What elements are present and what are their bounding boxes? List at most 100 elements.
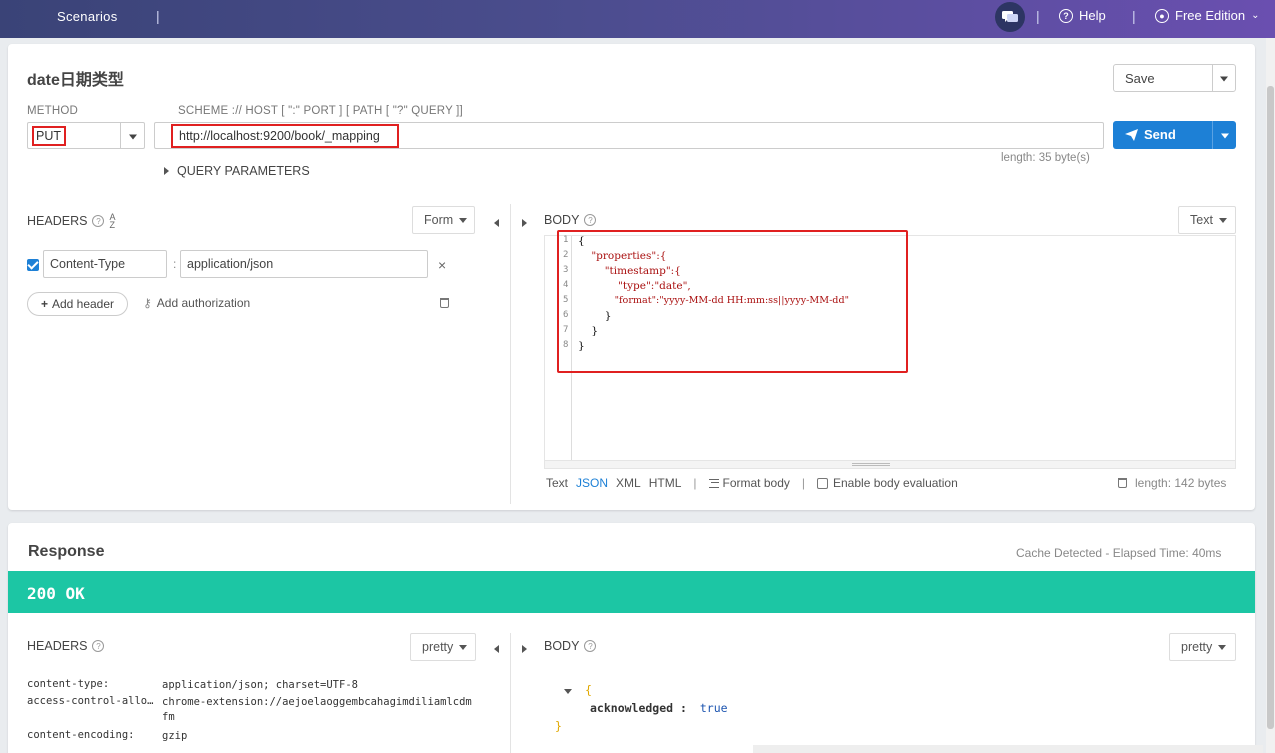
collapse-left-icon[interactable] xyxy=(494,215,499,230)
method-value[interactable]: PUT xyxy=(32,126,66,146)
url-length: length: 35 byte(s) xyxy=(1001,152,1090,164)
send-dropdown-toggle[interactable] xyxy=(1212,121,1236,149)
panel-divider xyxy=(510,204,511,504)
save-dropdown-toggle[interactable] xyxy=(1212,65,1235,91)
format-body-button[interactable]: Format body xyxy=(708,476,790,490)
caret-down-icon xyxy=(1220,76,1228,82)
json-open-brace: { xyxy=(584,683,592,697)
highlight-box: 1{ 2 "properties":{ 3 "timestamp":{ 4 "t… xyxy=(557,230,908,373)
help-icon[interactable]: ? xyxy=(92,215,105,227)
user-icon: ● xyxy=(1155,8,1169,23)
send-label: Send xyxy=(1144,127,1176,142)
body-editor[interactable]: 1{ 2 "properties":{ 3 "timestamp":{ 4 "t… xyxy=(544,230,1236,469)
url-input[interactable]: http://localhost:9200/book/_mapping xyxy=(154,122,1104,149)
editor-resize-handle[interactable] xyxy=(545,460,1235,468)
query-parameters-toggle[interactable]: QUERY PARAMETERS xyxy=(164,164,310,178)
enable-evaluation-label: Enable body evaluation xyxy=(833,476,958,490)
header-enabled-checkbox[interactable] xyxy=(27,259,39,271)
format-html-option[interactable]: HTML xyxy=(649,476,682,490)
plus-icon: + xyxy=(40,297,48,311)
send-button-content: Send xyxy=(1125,127,1176,142)
body-mode-value: Text xyxy=(1190,213,1213,227)
format-xml-option[interactable]: XML xyxy=(616,476,641,490)
key-icon: ⚷ xyxy=(143,296,152,310)
status-bar: 200 OK xyxy=(8,571,1255,613)
header-colon: : xyxy=(173,257,177,271)
response-header-key: content-type: xyxy=(27,678,110,690)
response-panel: Response Cache Detected - Elapsed Time: … xyxy=(8,523,1255,753)
body-length-info: length: 142 bytes xyxy=(1118,476,1226,490)
code-line: 1{ xyxy=(563,235,585,247)
collapse-right-icon[interactable] xyxy=(522,641,527,656)
json-entry: acknowledged : true xyxy=(590,701,728,715)
separator: | xyxy=(693,476,697,490)
response-headers-mode-select[interactable]: pretty xyxy=(410,633,476,661)
add-header-label: Add header xyxy=(51,297,115,311)
body-mode-select[interactable]: Text xyxy=(1178,206,1236,234)
nav-separator: | xyxy=(1132,8,1136,24)
add-authorization-link[interactable]: ⚷ Add authorization xyxy=(143,296,250,310)
help-icon[interactable]: ? xyxy=(92,640,105,652)
url-value[interactable]: http://localhost:9200/book/_mapping xyxy=(171,124,399,148)
status-text: 200 OK xyxy=(27,584,85,603)
response-headers-mode-value: pretty xyxy=(422,640,454,654)
headers-section-title: HEADERS ? AZ xyxy=(27,213,115,230)
code-line: 4 "type":"date", xyxy=(563,280,691,292)
format-body-label: Format body xyxy=(722,476,790,490)
code-line: 7 } xyxy=(563,325,599,337)
caret-down-icon xyxy=(459,644,468,650)
collapse-node-icon[interactable] xyxy=(564,689,572,694)
request-title[interactable]: date日期类型 xyxy=(27,66,124,90)
code-line: 8} xyxy=(563,340,585,352)
checkbox-icon xyxy=(817,477,828,489)
help-icon[interactable]: ? xyxy=(584,640,597,652)
body-label: BODY xyxy=(544,213,580,227)
help-link[interactable]: ? Help xyxy=(1059,8,1106,23)
code-line: 6 } xyxy=(563,310,612,322)
response-body-mode-select[interactable]: pretty xyxy=(1169,633,1236,661)
response-header-key: content-encoding: xyxy=(27,729,135,741)
send-button[interactable]: Send xyxy=(1113,121,1236,149)
response-headers-title: HEADERS ? xyxy=(27,639,105,653)
collapse-right-icon[interactable] xyxy=(522,215,527,230)
scrollbar-thumb[interactable] xyxy=(1267,86,1274,729)
response-body-label: BODY xyxy=(544,639,580,653)
format-icon xyxy=(708,478,719,488)
collapse-left-icon[interactable] xyxy=(494,641,499,656)
edition-menu[interactable]: ● Free Edition ⌄ xyxy=(1155,8,1259,23)
enable-evaluation-checkbox[interactable]: Enable body evaluation xyxy=(817,476,958,490)
add-header-button[interactable]: + Add header xyxy=(27,292,128,316)
code-line: 2 "properties":{ xyxy=(563,250,667,262)
remove-header-icon[interactable]: × xyxy=(438,257,446,273)
body-length: length: 142 bytes xyxy=(1135,476,1227,490)
chat-button[interactable] xyxy=(995,2,1025,32)
code-line: 3 "timestamp":{ xyxy=(563,265,681,277)
response-header-value: application/json; charset=UTF-8 xyxy=(162,679,358,691)
caret-down-icon xyxy=(128,134,137,139)
headers-mode-value: Form xyxy=(424,213,454,227)
response-title: Response xyxy=(28,543,105,560)
page-scrollbar[interactable] xyxy=(1266,38,1275,753)
caret-down-icon xyxy=(1220,133,1229,139)
nav-separator: | xyxy=(1036,8,1040,24)
scheme-label: SCHEME :// HOST [ ":" PORT ] [ PATH [ "?… xyxy=(178,105,463,117)
header-value-input[interactable]: application/json xyxy=(180,250,428,278)
trash-icon[interactable] xyxy=(440,298,449,308)
request-panel: date日期类型 Save METHOD SCHEME :// HOST [ "… xyxy=(8,44,1255,510)
save-button[interactable]: Save xyxy=(1113,64,1236,92)
headers-mode-select[interactable]: Form xyxy=(412,206,475,234)
header-name-input[interactable]: Content-Type xyxy=(43,250,167,278)
format-text-option[interactable]: Text xyxy=(546,476,568,490)
help-icon[interactable]: ? xyxy=(584,214,597,226)
json-close-brace: } xyxy=(555,719,562,733)
method-select[interactable]: PUT xyxy=(27,122,145,149)
method-dropdown-toggle[interactable] xyxy=(120,123,144,148)
format-json-option[interactable]: JSON xyxy=(576,476,608,490)
response-header-key: access-control-allo… xyxy=(27,695,154,707)
response-header-value: gzip xyxy=(162,730,188,742)
top-nav-bar: Scenarios | | ? Help | ● Free Edition ⌄ xyxy=(0,0,1275,38)
sort-az-icon[interactable]: AZ xyxy=(109,213,115,230)
json-key: acknowledged : xyxy=(590,701,687,715)
scenarios-link[interactable]: Scenarios xyxy=(57,9,118,24)
trash-icon[interactable] xyxy=(1118,478,1127,488)
